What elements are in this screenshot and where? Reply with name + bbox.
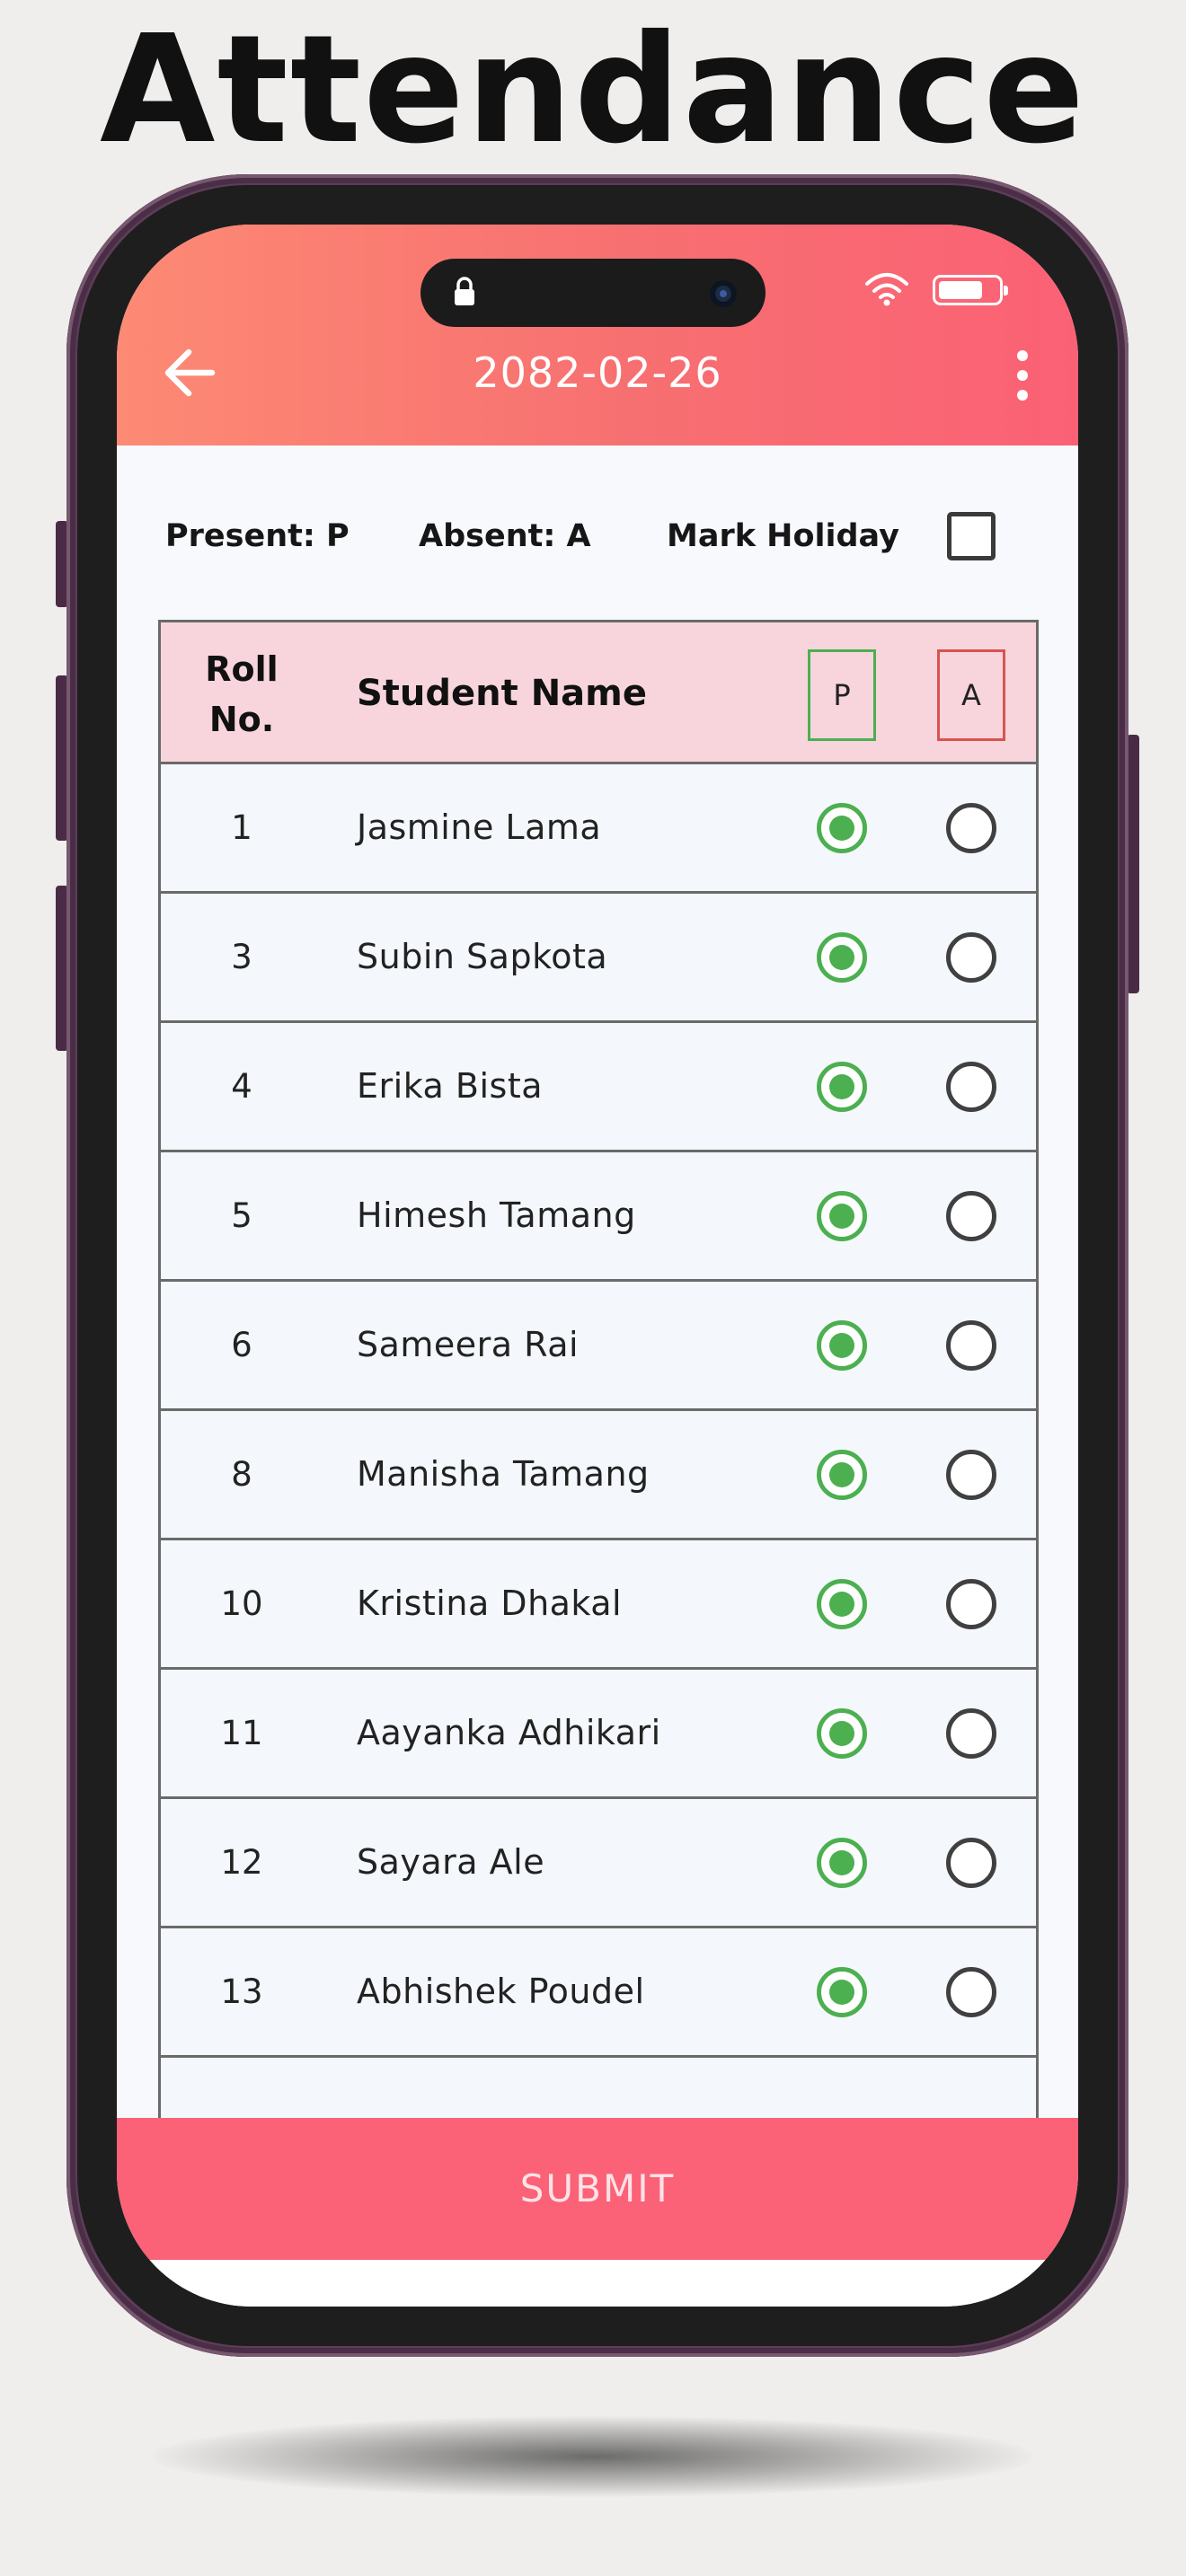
- student-name: Erika Bista: [357, 1066, 544, 1106]
- absent-radio[interactable]: [946, 1450, 996, 1500]
- absent-radio[interactable]: [946, 1062, 996, 1112]
- present-radio[interactable]: [817, 932, 867, 983]
- present-radio[interactable]: [817, 1838, 867, 1888]
- legend-present: Present: P: [165, 518, 350, 554]
- absent-radio[interactable]: [946, 932, 996, 983]
- absent-radio[interactable]: [946, 1191, 996, 1241]
- table-row: 12 Sayara Ale: [161, 1799, 1036, 1928]
- student-name: Kristina Dhakal: [357, 1584, 623, 1623]
- roll-number: 4: [231, 1067, 252, 1106]
- present-radio[interactable]: [817, 1579, 867, 1629]
- student-name: Subin Sapkota: [357, 937, 608, 976]
- present-radio[interactable]: [817, 1320, 867, 1371]
- student-name: Aayanka Adhikari: [357, 1713, 661, 1752]
- present-radio[interactable]: [817, 1967, 867, 2017]
- column-header-roll-line2: No.: [208, 700, 275, 739]
- submit-button[interactable]: SUBMIT: [117, 2118, 1078, 2260]
- menu-dot: [1017, 390, 1028, 401]
- student-name: Sayara Ale: [357, 1842, 545, 1882]
- table-row: 4 Erika Bista: [161, 1023, 1036, 1152]
- roll-number: 1: [231, 808, 252, 847]
- present-radio[interactable]: [817, 1191, 867, 1241]
- camera-icon: [710, 280, 737, 307]
- column-header-roll-line1: Roll: [205, 649, 279, 689]
- page-title: Attendance: [100, 4, 1086, 177]
- lock-icon: [455, 277, 474, 305]
- phone-shadow: [153, 2416, 1033, 2497]
- menu-dot: [1017, 350, 1028, 361]
- table-row: 10 Kristina Dhakal: [161, 1540, 1036, 1670]
- mark-holiday-checkbox[interactable]: [947, 512, 996, 560]
- roll-number: 10: [220, 1584, 263, 1623]
- table-row: 8 Manisha Tamang: [161, 1411, 1036, 1540]
- table-row: 6 Sameera Rai: [161, 1282, 1036, 1411]
- mark-all-present-button[interactable]: P: [808, 649, 876, 741]
- mark-holiday-label: Mark Holiday: [667, 518, 899, 554]
- present-radio[interactable]: [817, 1062, 867, 1112]
- student-name: Manisha Tamang: [357, 1454, 650, 1494]
- student-name: Himesh Tamang: [357, 1195, 636, 1235]
- roll-number: 5: [231, 1196, 252, 1235]
- roll-number: 8: [231, 1455, 252, 1494]
- absent-radio[interactable]: [946, 803, 996, 853]
- more-vertical-icon[interactable]: [1012, 347, 1033, 404]
- roll-number: 12: [220, 1843, 263, 1882]
- menu-dot: [1017, 370, 1028, 381]
- attendance-date[interactable]: 2082-02-26: [117, 345, 1078, 401]
- dynamic-island: [420, 259, 766, 327]
- battery-icon: [933, 275, 1008, 305]
- attendance-legend: Present: P Absent: A Mark Holiday: [117, 505, 1078, 568]
- submit-label: SUBMIT: [519, 2166, 676, 2210]
- column-header-roll: Roll No.: [179, 644, 305, 745]
- present-radio[interactable]: [817, 803, 867, 853]
- present-radio[interactable]: [817, 1708, 867, 1759]
- absent-radio[interactable]: [946, 1838, 996, 1888]
- absent-radio[interactable]: [946, 1967, 996, 2017]
- student-name: Abhishek Poudel: [357, 1972, 645, 2011]
- legend-absent: Absent: A: [419, 518, 591, 554]
- table-row: 11 Aayanka Adhikari: [161, 1670, 1036, 1799]
- table-row: 3 Subin Sapkota: [161, 894, 1036, 1023]
- present-radio[interactable]: [817, 1450, 867, 1500]
- roll-number: 11: [220, 1714, 263, 1752]
- phone-screen: 2082-02-26 Present: P Absent: A Mark Hol…: [117, 225, 1078, 2307]
- bottom-navigation-strip: [117, 2260, 1078, 2307]
- absent-radio[interactable]: [946, 1708, 996, 1759]
- table-row: 1 Jasmine Lama: [161, 764, 1036, 894]
- student-name: Jasmine Lama: [357, 807, 602, 847]
- roll-number: 3: [231, 938, 252, 976]
- attendance-table: Roll No. Student Name P A 1 Jasmine Lama 3…: [158, 620, 1039, 2161]
- wifi-icon: [865, 273, 908, 306]
- roll-number: 6: [231, 1326, 252, 1364]
- mark-all-absent-button[interactable]: A: [937, 649, 1005, 741]
- table-row: 5 Himesh Tamang: [161, 1152, 1036, 1282]
- table-header: Roll No. Student Name P A: [161, 622, 1036, 764]
- phone-power-button: [1127, 735, 1139, 993]
- table-body: 1 Jasmine Lama 3 Subin Sapkota 4 Erika Bista 5…: [161, 764, 1036, 2161]
- app-bar: 2082-02-26: [117, 225, 1078, 446]
- roll-number: 13: [220, 1972, 263, 2011]
- student-name: Sameera Rai: [357, 1325, 580, 1364]
- table-row: 13 Abhishek Poudel: [161, 1928, 1036, 2058]
- absent-radio[interactable]: [946, 1320, 996, 1371]
- column-header-student-name: Student Name: [357, 673, 647, 714]
- absent-radio[interactable]: [946, 1579, 996, 1629]
